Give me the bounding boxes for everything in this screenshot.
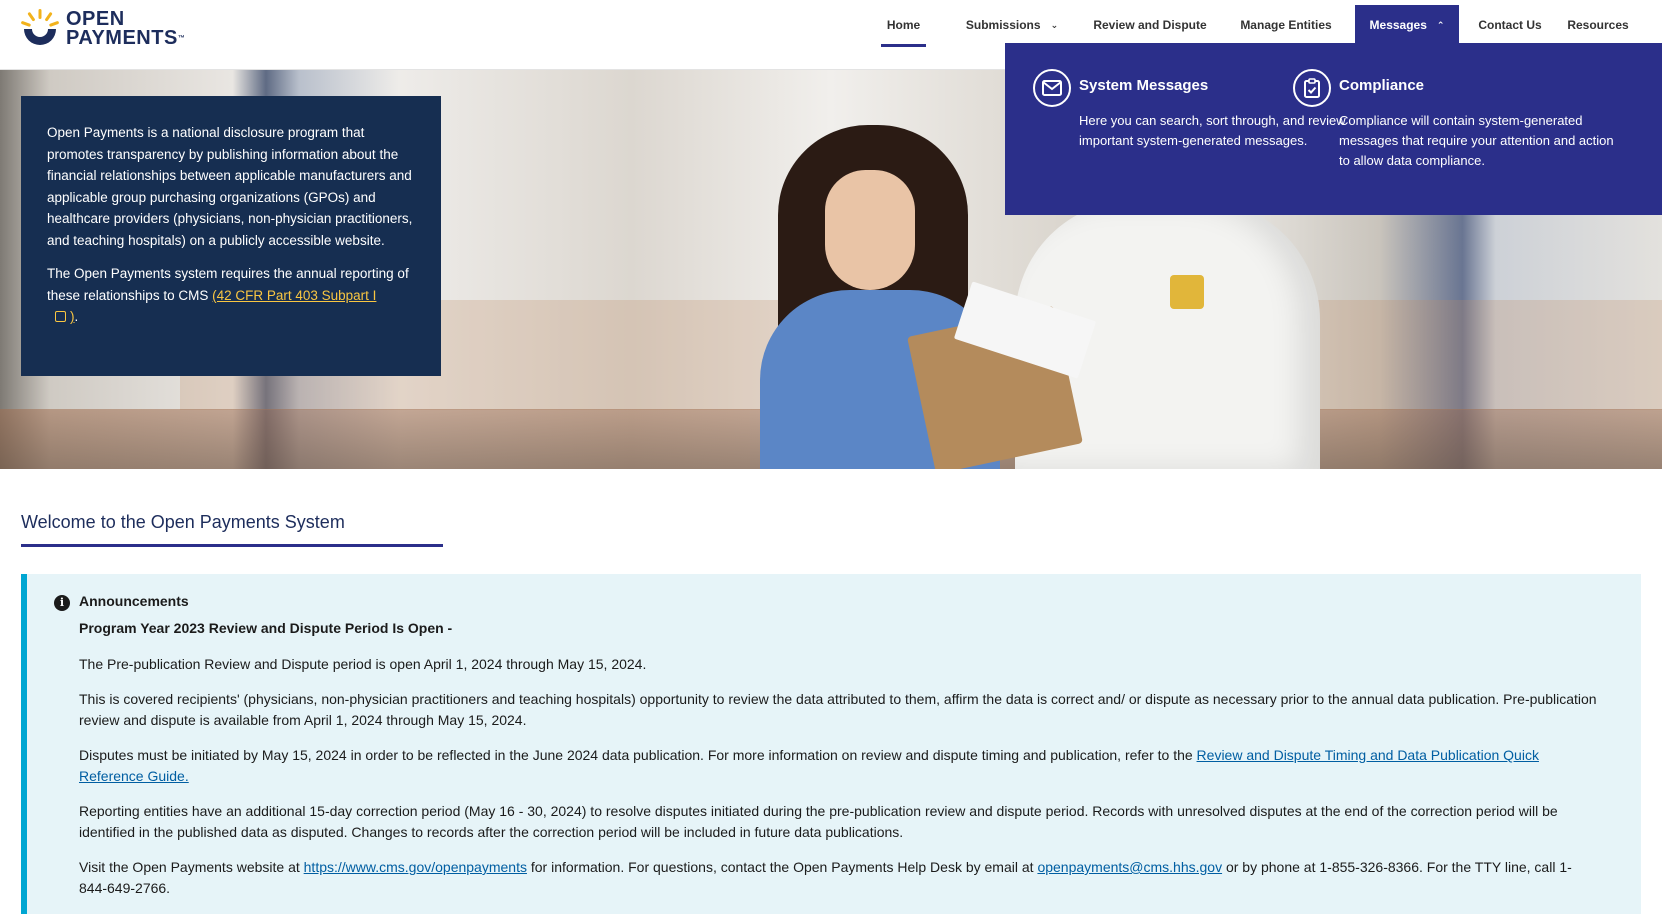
nav-submissions-label: Submissions <box>965 18 1041 32</box>
chevron-up-icon: ⌃ <box>1436 19 1445 30</box>
chevron-down-icon: ⌄ <box>1050 19 1059 30</box>
hero-p2-suffix: . <box>74 309 79 324</box>
nav-messages-label: Messages <box>1369 18 1427 32</box>
messages-dropdown-menu: System Messages Here you can search, sor… <box>1005 43 1662 215</box>
hero-nurse-face <box>825 170 915 290</box>
hero-info-card: Open Payments is a national disclosure p… <box>21 96 441 376</box>
nav-messages[interactable]: Messages ⌃ <box>1355 5 1459 45</box>
nav-resources-label: Resources <box>1567 18 1629 32</box>
nav-review-label: Review and Dispute <box>1093 18 1207 32</box>
hero-paragraph-1: Open Payments is a national disclosure p… <box>47 125 413 248</box>
external-link-icon <box>55 311 66 322</box>
hero-paragraph-2: The Open Payments system requires the an… <box>47 263 415 328</box>
hero-doctor-badge <box>1170 275 1204 309</box>
announcement-paragraph-5: Visit the Open Payments website at https… <box>79 857 1599 899</box>
clipboard-check-icon <box>1293 69 1331 107</box>
logo-wordmark: OPEN PAYMENTS™ <box>66 9 186 49</box>
announcement-paragraph-1: The Pre-publication Review and Dispute p… <box>79 656 647 672</box>
helpdesk-email-link[interactable]: openpayments@cms.hhs.gov <box>1037 859 1222 875</box>
system-messages-description: Here you can search, sort through, and r… <box>1079 113 1346 148</box>
announcement-paragraph-2: This is covered recipients' (physicians,… <box>79 691 1597 728</box>
envelope-icon <box>1033 69 1071 107</box>
cms-openpayments-link[interactable]: https://www.cms.gov/openpayments <box>304 859 527 875</box>
sunburst-logo-icon <box>21 9 59 45</box>
logo-line-2: PAYMENTS <box>66 27 178 49</box>
nav-review-and-dispute[interactable]: Review and Dispute <box>1090 5 1210 45</box>
cfr-link-text: (42 CFR Part 403 Subpart I <box>212 287 377 303</box>
announcement-paragraph-3: Disputes must be initiated by May 15, 20… <box>79 745 1599 787</box>
system-messages-title[interactable]: System Messages <box>1079 77 1208 94</box>
compliance-title[interactable]: Compliance <box>1339 77 1424 94</box>
info-icon: i <box>54 595 70 611</box>
announcement-body: The Pre-publication Review and Dispute p… <box>79 654 1599 913</box>
nav-home[interactable]: Home <box>881 5 926 47</box>
nav-manage-entities[interactable]: Manage Entities <box>1230 5 1342 45</box>
announcement-p5-text: Visit the Open Payments website at <box>79 859 304 875</box>
nav-manage-entities-label: Manage Entities <box>1240 18 1332 32</box>
announcement-p5-mid: for information. For questions, contact … <box>526 859 1038 875</box>
logo-trademark: ™ <box>177 35 186 42</box>
page-title: Welcome to the Open Payments System <box>21 512 345 532</box>
announcements-title: Announcements <box>79 593 189 609</box>
announcement-p3-text: Disputes must be initiated by May 15, 20… <box>79 747 1197 763</box>
announcement-paragraph-4: Reporting entities have an additional 15… <box>79 803 1558 840</box>
title-underline <box>21 544 443 547</box>
nav-contact-us[interactable]: Contact Us <box>1475 5 1545 45</box>
open-payments-logo[interactable]: OPEN PAYMENTS™ <box>20 8 190 50</box>
nav-home-label: Home <box>886 18 921 32</box>
nav-submissions[interactable]: Submissions ⌄ <box>958 5 1066 45</box>
nav-resources[interactable]: Resources <box>1567 5 1629 45</box>
announcements-panel: i Announcements Program Year 2023 Review… <box>21 574 1641 914</box>
nav-contact-label: Contact Us <box>1478 18 1542 32</box>
nav-active-underline <box>881 44 926 47</box>
compliance-description: Compliance will contain system-generated… <box>1339 113 1614 168</box>
announcement-headline: Program Year 2023 Review and Dispute Per… <box>79 620 453 636</box>
